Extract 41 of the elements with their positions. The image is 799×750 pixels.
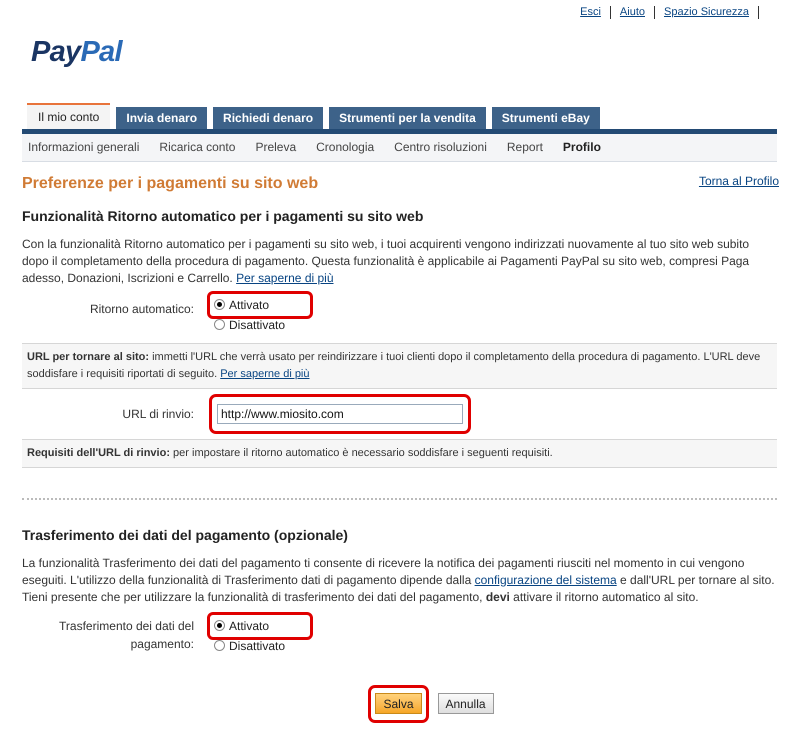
nav-tab[interactable]: Richiedi denaro — [213, 106, 324, 128]
page-title: Preferenze per i pagamenti su sito web — [22, 174, 318, 194]
subnav-link[interactable]: Informazioni generali — [28, 138, 140, 156]
option-label: Disattivato — [229, 316, 286, 334]
subnav-link[interactable]: Cronologia — [316, 138, 374, 156]
header-link[interactable]: Esci — [571, 4, 610, 20]
option-label: Attivato — [229, 618, 270, 634]
subnav-link[interactable]: Profilo — [562, 138, 601, 156]
nav-tab[interactable]: Il mio conto — [27, 102, 110, 128]
subnav-link[interactable]: Preleva — [255, 138, 296, 156]
field-label: Ritorno automatico: — [90, 302, 194, 316]
option-label: Disattivato — [229, 638, 286, 654]
subnav-link[interactable]: Ricarica conto — [159, 138, 236, 156]
cancel-button[interactable]: Annulla — [438, 693, 494, 714]
back-link[interactable]: Torna al Profilo — [698, 172, 779, 190]
learn-more-link[interactable]: Per saperne di più — [236, 270, 334, 284]
learn-more-link[interactable]: Per saperne di più — [220, 368, 310, 380]
nav-tab[interactable]: Strumenti per la vendita — [329, 106, 486, 128]
header-link[interactable]: Spazio Sicurezza — [655, 4, 758, 20]
save-button[interactable]: Salva — [375, 693, 422, 714]
requirements-box: Requisiti dell'URL di rinvio: per impostare il ritorno automatico è necessario soddisfare i seguenti requisiti. — [22, 438, 777, 468]
field-label: Trasferimento dei dati del pagamento: — [58, 618, 194, 652]
radio-button[interactable] — [214, 620, 225, 631]
subnav-link[interactable]: Centro risoluzioni — [394, 138, 487, 156]
radio-button[interactable] — [214, 640, 225, 651]
nav-tab[interactable]: Invia denaro — [116, 106, 208, 128]
subnav-link[interactable]: Report — [506, 138, 543, 156]
description-paragraph: La funzionalità Trasferimento dei dati del pagamento ti consente di ricevere la notifica dei pagamenti riusciti nel momento in cui vengono eseguiti. L'utilizzo della funzionalità di Trasferimento dati di pagamento dipende dalla configurazione del sistema e dall'URL per tornare al sito. Tieni presente che per utilizzare la funzionalità di trasferimento dei dati del pagamento, devi attivare il ritorno automatico al sito. — [22, 554, 776, 606]
info-box: URL per tornare al sito: immetti l'URL che verrà usato per reindirizzare i tuoi clienti dopo il completamento della procedura di pagamento. L'URL deve soddisfare i requisiti riportati di seguito. Per saperne di più — [22, 342, 777, 388]
description-paragraph: Con la funzionalità Ritorno automatico per i pagamenti su sito web, i tuoi acquirenti vengono indirizzati nuovamente al tuo sito web subito dopo il completamento della procedura di pagamento. Questa funzionalità è applicabile ai Pagamenti PayPal su sito web, compresi Paga adesso, Donazioni, Iscrizioni e Carrello. Per saperne di più — [22, 236, 750, 286]
url-field[interactable]: http://www.miosito.com — [217, 404, 463, 424]
field-label: URL di rinvio: — [122, 406, 194, 420]
nav-tab[interactable]: Strumenti eBay — [492, 106, 600, 128]
option-label: Attivato — [229, 296, 270, 314]
section-heading: Trasferimento dei dati del pagamento (opzionale) — [22, 526, 349, 545]
header-link[interactable]: Aiuto — [610, 4, 654, 20]
radio-button[interactable] — [214, 319, 225, 330]
radio-button[interactable] — [214, 299, 225, 310]
paypal-logo: PayPal — [31, 36, 122, 68]
section-heading: Funzionalità Ritorno automatico per i pagamenti su sito web — [22, 206, 424, 226]
system-config-link[interactable]: configurazione del sistema — [474, 572, 617, 586]
